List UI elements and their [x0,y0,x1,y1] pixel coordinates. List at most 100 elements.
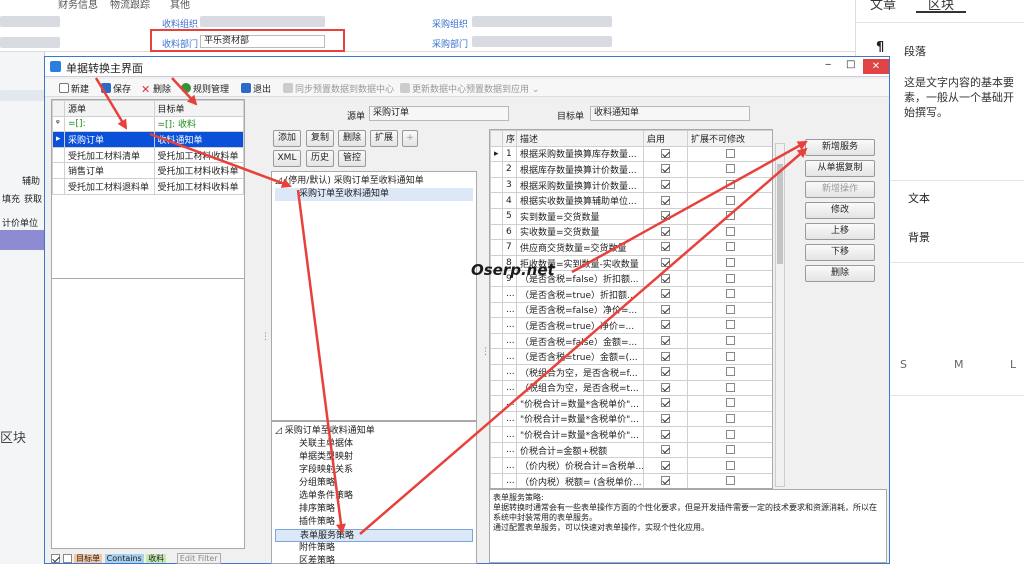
cell-enabled[interactable] [643,379,688,397]
purchase-dept-field[interactable] [472,36,612,47]
ext-locked-checkbox[interactable] [726,195,735,205]
bg-tab-other[interactable]: 其他 [170,0,190,11]
ext-locked-checkbox[interactable] [726,460,735,470]
copy-from-bill-button[interactable]: 从单据复制 [805,160,875,177]
ext-locked-checkbox[interactable] [726,351,735,361]
cell-seq[interactable]: 6 [502,223,517,241]
enabled-checkbox[interactable] [661,336,670,346]
cell-ext-locked[interactable] [687,457,772,475]
enabled-checkbox[interactable] [661,304,670,314]
cell-source[interactable]: 采购订单 [64,131,155,148]
ext-locked-checkbox[interactable] [726,398,735,408]
cell-enabled[interactable] [643,285,688,303]
ext-locked-checkbox[interactable] [726,148,735,158]
update-button[interactable]: 更新数据中心预置数据到应用 ⌄ [400,82,539,95]
col-ext-locked[interactable]: 扩展不可修改 [687,130,772,147]
copy-button[interactable]: 复制 [306,130,334,147]
service-row[interactable]: ... 价税合计=金额+税额 [490,441,772,459]
enabled-checkbox[interactable] [661,398,670,408]
cell-source[interactable]: 销售订单 [64,162,155,179]
ext-locked-checkbox[interactable] [726,304,735,314]
tree-item-rule[interactable]: 采购订单至收料通知单 [275,188,473,201]
ext-locked-checkbox[interactable] [726,242,735,252]
scroll-thumb[interactable] [777,164,783,264]
cell-ext-locked[interactable] [687,363,772,381]
cell-seq[interactable]: 4 [502,192,517,209]
service-row[interactable]: ... "价税合计=数量*含税单价"... [490,395,772,412]
table-row[interactable]: 受托加工材料退料单 受托加工材料收料单 [52,177,244,195]
cell-seq[interactable]: 5 [502,207,517,225]
cell-enabled[interactable] [643,270,688,287]
option-text[interactable]: 文本 [908,190,930,206]
ext-locked-checkbox[interactable] [726,180,735,190]
option-background[interactable]: 背景 [908,229,930,245]
enabled-checkbox[interactable] [661,289,670,299]
cell-enabled[interactable] [643,161,688,178]
cell-description[interactable]: （是否含税=true）折扣额... [516,285,644,303]
filter-source[interactable]: =[]: [64,115,155,133]
source-bill-field[interactable]: 采购订单 [369,106,509,121]
cell-ext-locked[interactable] [687,317,772,334]
ext-locked-checkbox[interactable] [726,476,735,486]
enabled-checkbox[interactable] [661,460,670,470]
receive-dept-field[interactable]: 平乐资材部 [200,35,325,48]
cell-ext-locked[interactable] [687,410,772,428]
cell-ext-locked[interactable] [687,223,772,241]
cell-ext-locked[interactable] [687,176,772,194]
cell-description[interactable]: （是否含税=false）净价=... [516,301,644,319]
service-row[interactable]: 4 根据实收数量换算辅助单位... [490,192,772,209]
cell-seq[interactable]: ... [502,301,517,319]
cell-description[interactable]: "价税合计=数量*含税单价"... [516,426,644,443]
service-row[interactable]: ... （价内税）税额= (含税单价... [490,473,772,488]
enabled-checkbox[interactable] [661,242,670,252]
ext-locked-checkbox[interactable] [726,211,735,221]
ext-locked-checkbox[interactable] [726,336,735,346]
control-button[interactable]: 管控 [338,150,366,167]
service-scrollbar[interactable] [775,143,785,487]
cell-ext-locked[interactable] [687,207,772,225]
ext-locked-checkbox[interactable] [726,258,735,268]
size-small[interactable]: S [900,358,907,371]
cell-seq[interactable]: ... [502,457,517,475]
history-button[interactable]: 历史 [306,150,334,167]
cell-enabled[interactable] [643,473,688,488]
ext-locked-checkbox[interactable] [726,226,735,236]
ext-locked-checkbox[interactable] [726,429,735,439]
ext-locked-checkbox[interactable] [726,445,735,455]
tree-item[interactable]: 单据类型映射 [275,451,473,464]
bg-tab-finance[interactable]: 财务信息 [58,0,98,11]
ext-locked-checkbox[interactable] [726,273,735,283]
cell-ext-locked[interactable] [687,379,772,397]
cell-description[interactable]: 根据采购数量换算计价数量... [516,176,644,194]
cell-enabled[interactable] [643,441,688,459]
cell-ext-locked[interactable] [687,161,772,178]
plus-button[interactable]: + [402,130,418,147]
service-row[interactable]: ... （是否含税=true）金额=(... [490,348,772,365]
cell-description[interactable]: （税组合为空，是否含税=t... [516,379,644,397]
maximize-icon[interactable]: □ [846,59,855,70]
cell-enabled[interactable] [643,395,688,412]
enabled-checkbox[interactable] [661,320,670,330]
service-row[interactable]: ... （是否含税=true）净价=... [490,317,772,334]
service-row[interactable]: ... （是否含税=true）折扣额... [490,285,772,303]
sync-button[interactable]: 同步预置数据到数据中心 [283,82,394,95]
enabled-checkbox[interactable] [661,351,670,361]
tab-article[interactable]: 文章 [870,0,896,13]
cell-ext-locked[interactable] [687,301,772,319]
cell-ext-locked[interactable] [687,145,772,163]
cell-enabled[interactable] [643,176,688,194]
minimize-icon[interactable]: ‒ [825,59,831,70]
enabled-checkbox[interactable] [661,429,670,439]
cell-description[interactable]: 根据实收数量换算辅助单位... [516,192,644,209]
cell-enabled[interactable] [643,301,688,319]
cell-seq[interactable]: ... [502,473,517,488]
cell-description[interactable]: （是否含税=true）净价=... [516,317,644,334]
tree-item[interactable]: 字段映射关系 [275,464,473,477]
ext-locked-checkbox[interactable] [726,413,735,423]
tree-item[interactable]: 关联主单据体 [275,438,473,451]
enabled-checkbox[interactable] [661,382,670,392]
move-down-button[interactable]: 下移 [805,244,875,261]
cell-enabled[interactable] [643,223,688,241]
cell-enabled[interactable] [643,457,688,475]
enabled-checkbox[interactable] [661,148,670,158]
